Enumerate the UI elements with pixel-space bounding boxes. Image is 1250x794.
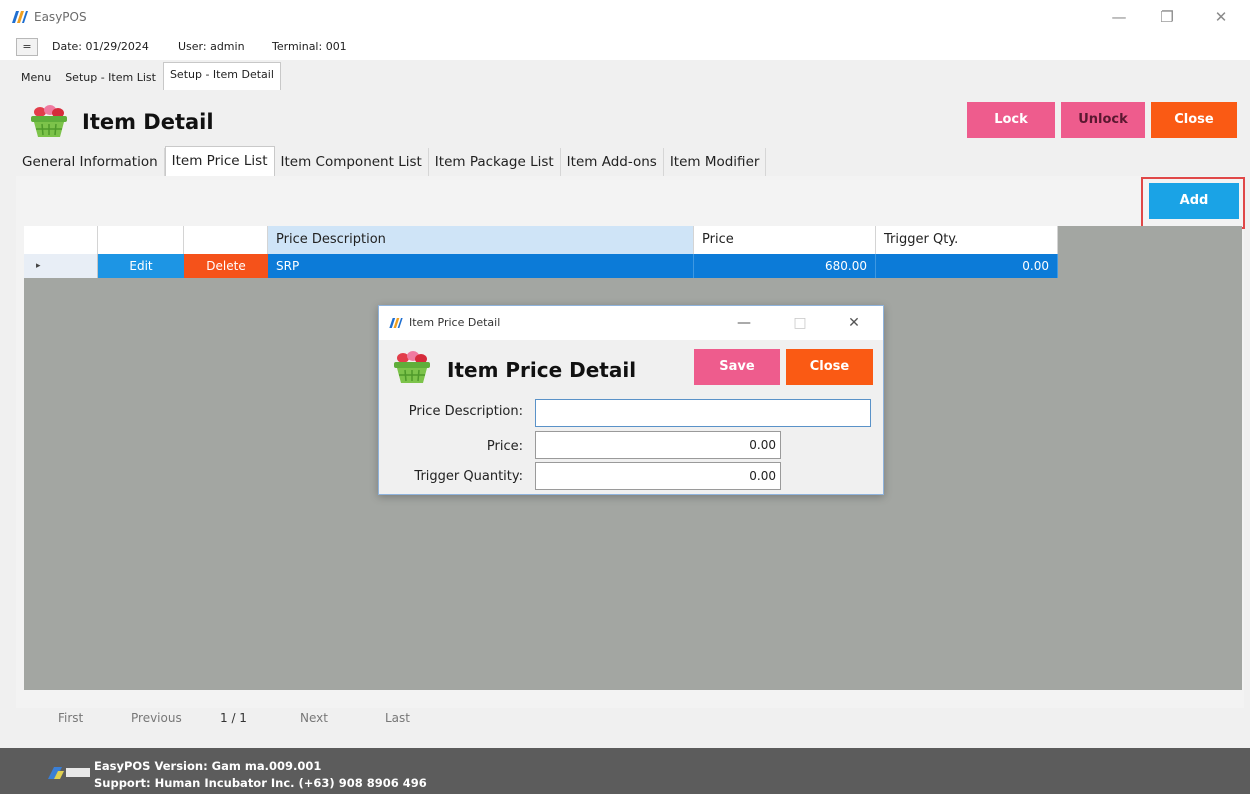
grid-header-delete	[184, 226, 268, 254]
app-title: EasyPOS	[34, 10, 87, 24]
title-bar: EasyPOS — ❐ ✕	[0, 0, 1250, 34]
price-input[interactable]: 0.00	[535, 431, 781, 459]
tab-general-information[interactable]: General Information	[16, 148, 165, 176]
basket-icon	[31, 105, 67, 137]
tab-menu[interactable]: Menu	[14, 66, 58, 90]
basket-icon	[394, 351, 430, 383]
pager-first[interactable]: First	[58, 711, 83, 725]
easypos-logo-icon	[12, 11, 28, 23]
close-button[interactable]: Close	[1151, 102, 1237, 138]
minimize-icon[interactable]: —	[1104, 6, 1134, 28]
price-description-input[interactable]	[535, 399, 871, 427]
human-incubator-logo-icon	[48, 767, 90, 779]
app-window: EasyPOS — ❐ ✕ = Date: 01/29/2024 User: a…	[0, 0, 1250, 794]
price-label: Price:	[486, 439, 523, 454]
status-footer: EasyPOS Version: Gam ma.009.001 Support:…	[0, 748, 1250, 794]
session-info-bar: = Date: 01/29/2024 User: admin Terminal:…	[0, 34, 1250, 60]
cell-price[interactable]: 680.00	[694, 254, 876, 278]
footer-version: EasyPOS Version: Gam ma.009.001	[94, 759, 322, 773]
dialog-save-button[interactable]: Save	[694, 349, 780, 385]
tab-item-price-list[interactable]: Item Price List	[164, 146, 275, 176]
dialog-window-title: Item Price Detail	[409, 316, 501, 329]
add-button[interactable]: Add	[1149, 183, 1239, 219]
restore-icon[interactable]: ❐	[1152, 6, 1182, 28]
item-price-detail-dialog: Item Price Detail — □ ✕ Item Price Detai…	[378, 305, 884, 495]
unlock-button[interactable]: Unlock	[1061, 102, 1145, 138]
pager-last[interactable]: Last	[385, 711, 410, 725]
close-icon[interactable]: ✕	[1206, 6, 1236, 28]
grid-header-trigger-qty[interactable]: Trigger Qty.	[876, 226, 1058, 254]
page-title: Item Detail	[82, 110, 214, 134]
session-date: Date: 01/29/2024	[52, 40, 149, 53]
grid-header-price[interactable]: Price	[694, 226, 876, 254]
menu-toggle-button[interactable]: =	[16, 38, 38, 56]
row-selector-icon[interactable]: ▸	[24, 254, 98, 278]
dialog-close-icon[interactable]: ✕	[841, 312, 867, 334]
trigger-quantity-label: Trigger Quantity:	[414, 469, 523, 484]
cell-price-description[interactable]: SRP	[268, 254, 694, 278]
dialog-heading: Item Price Detail	[447, 358, 637, 382]
dialog-minimize-icon[interactable]: —	[731, 312, 757, 334]
tab-item-package-list[interactable]: Item Package List	[429, 148, 561, 176]
dialog-title-bar: Item Price Detail — □ ✕	[379, 306, 883, 340]
trigger-quantity-input[interactable]: 0.00	[535, 462, 781, 490]
footer-support: Support: Human Incubator Inc. (+63) 908 …	[94, 776, 427, 790]
dialog-close-button[interactable]: Close	[786, 349, 873, 385]
dialog-maximize-icon: □	[793, 315, 807, 331]
grid-header-edit	[98, 226, 184, 254]
edit-row-button[interactable]: Edit	[98, 254, 184, 278]
delete-row-button[interactable]: Delete	[184, 254, 268, 278]
session-terminal: Terminal: 001	[272, 40, 347, 53]
pager-previous[interactable]: Previous	[131, 711, 182, 725]
tab-setup-item-detail[interactable]: Setup - Item Detail	[162, 62, 281, 90]
module-tabs: Menu Setup - Item List Setup - Item Deta…	[14, 62, 281, 90]
pager-page-indicator: 1 / 1	[220, 711, 247, 725]
grid-header-price-description[interactable]: Price Description	[268, 226, 694, 254]
price-description-label: Price Description:	[408, 404, 523, 419]
tab-item-add-ons[interactable]: Item Add-ons	[561, 148, 664, 176]
grid-header-row-marker	[24, 226, 98, 254]
pager-next[interactable]: Next	[300, 711, 328, 725]
session-user: User: admin	[178, 40, 245, 53]
tab-item-modifier[interactable]: Item Modifier	[664, 148, 767, 176]
cell-trigger-qty[interactable]: 0.00	[876, 254, 1058, 278]
easypos-logo-icon	[389, 318, 403, 328]
detail-tabs: General Information Item Price List Item…	[16, 146, 767, 176]
lock-button[interactable]: Lock	[967, 102, 1055, 138]
tab-item-component-list[interactable]: Item Component List	[275, 148, 429, 176]
tab-setup-item-list[interactable]: Setup - Item List	[58, 66, 163, 90]
